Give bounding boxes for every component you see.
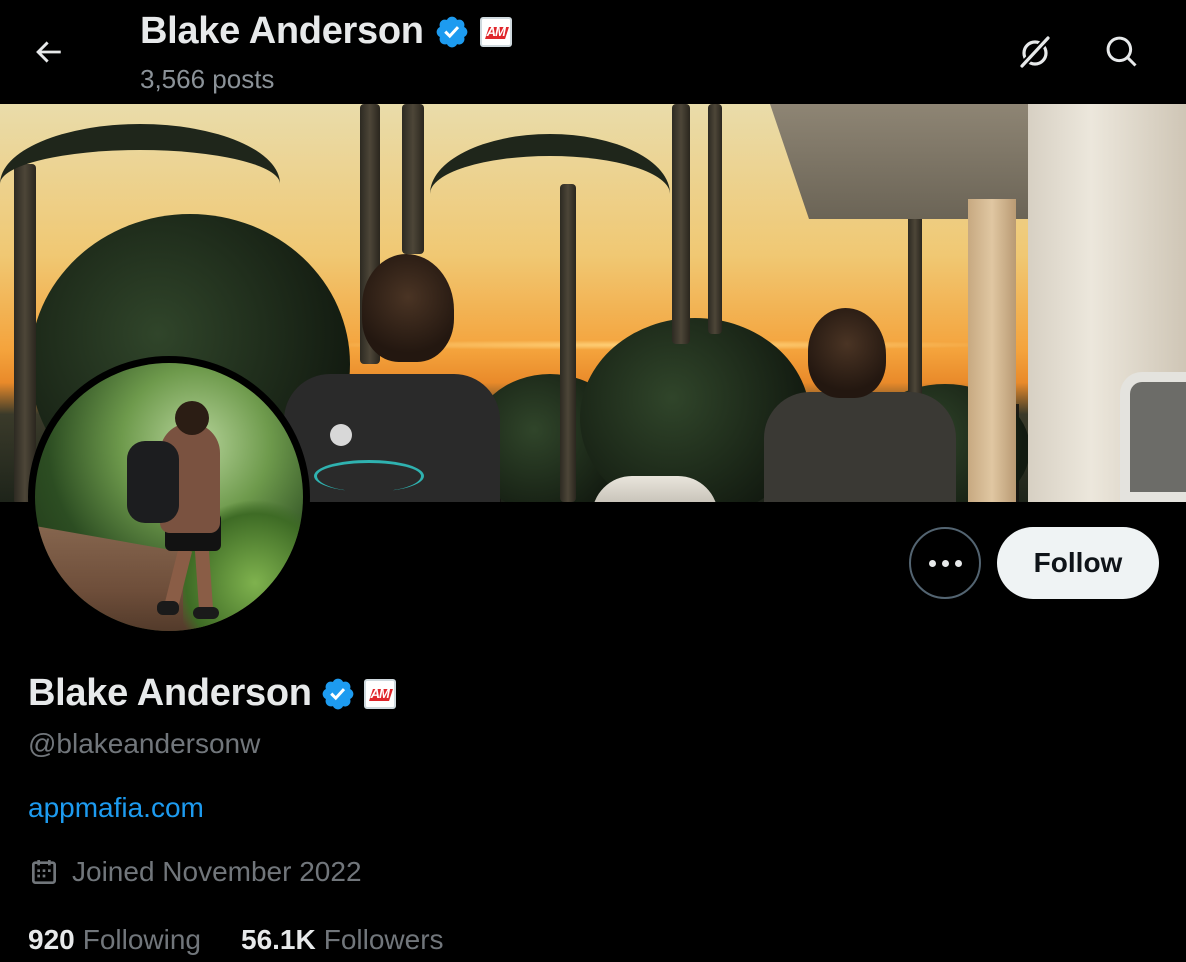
affiliate-badge-icon[interactable]: AM [479,16,512,47]
grok-icon [1018,34,1052,70]
profile-website-link[interactable]: appmafia.com [28,792,204,824]
follow-stats: 920 Following 56.1K Followers [28,924,444,956]
header-title-row: Blake Anderson AM [140,10,512,53]
palm-trunk [908,214,922,414]
display-name: Blake Anderson [28,672,312,714]
following-label: Following [82,924,201,955]
profile-header: Blake Anderson AM 3,566 posts [0,0,1186,104]
back-button[interactable] [24,28,72,76]
verified-badge-icon[interactable] [320,676,356,712]
more-horizontal-icon-dot [941,559,949,567]
verified-badge-icon [436,16,468,47]
banner-window-frame [1120,372,1186,502]
palm-trunk [402,104,424,254]
profile-name-row: Blake Anderson AM [28,672,396,715]
more-horizontal-icon [928,559,936,567]
joined-date-row: Joined November 2022 [28,856,362,888]
header-title: Blake Anderson [140,10,424,52]
header-posts-count: 3,566 posts [140,64,275,94]
palm-fronds [0,124,280,244]
search-icon [1106,36,1137,67]
more-horizontal-icon-dot [954,559,962,567]
affiliate-badge-icon[interactable]: AM [363,678,396,709]
palm-trunk [672,104,690,344]
palm-trunk [708,104,722,334]
palm-fronds [430,134,670,254]
following-count: 920 [28,924,75,955]
arrow-left-icon [36,41,61,63]
joined-date: Joined November 2022 [72,856,362,887]
profile-handle: @blakeandersonw [28,728,261,759]
profile-avatar[interactable] [28,356,310,638]
calendar-icon [32,860,56,884]
avatar-image [35,363,303,631]
followers-stat-link[interactable]: 56.1K Followers [241,924,444,956]
grok-button[interactable] [1011,28,1059,76]
search-button[interactable] [1098,28,1146,76]
following-stat-link[interactable]: 920 Following [28,924,201,956]
followers-label: Followers [323,924,444,955]
banner-pillar [968,199,1016,502]
followers-count: 56.1K [241,924,316,955]
follow-button[interactable]: Follow [997,527,1159,599]
more-options-button[interactable] [909,527,981,599]
